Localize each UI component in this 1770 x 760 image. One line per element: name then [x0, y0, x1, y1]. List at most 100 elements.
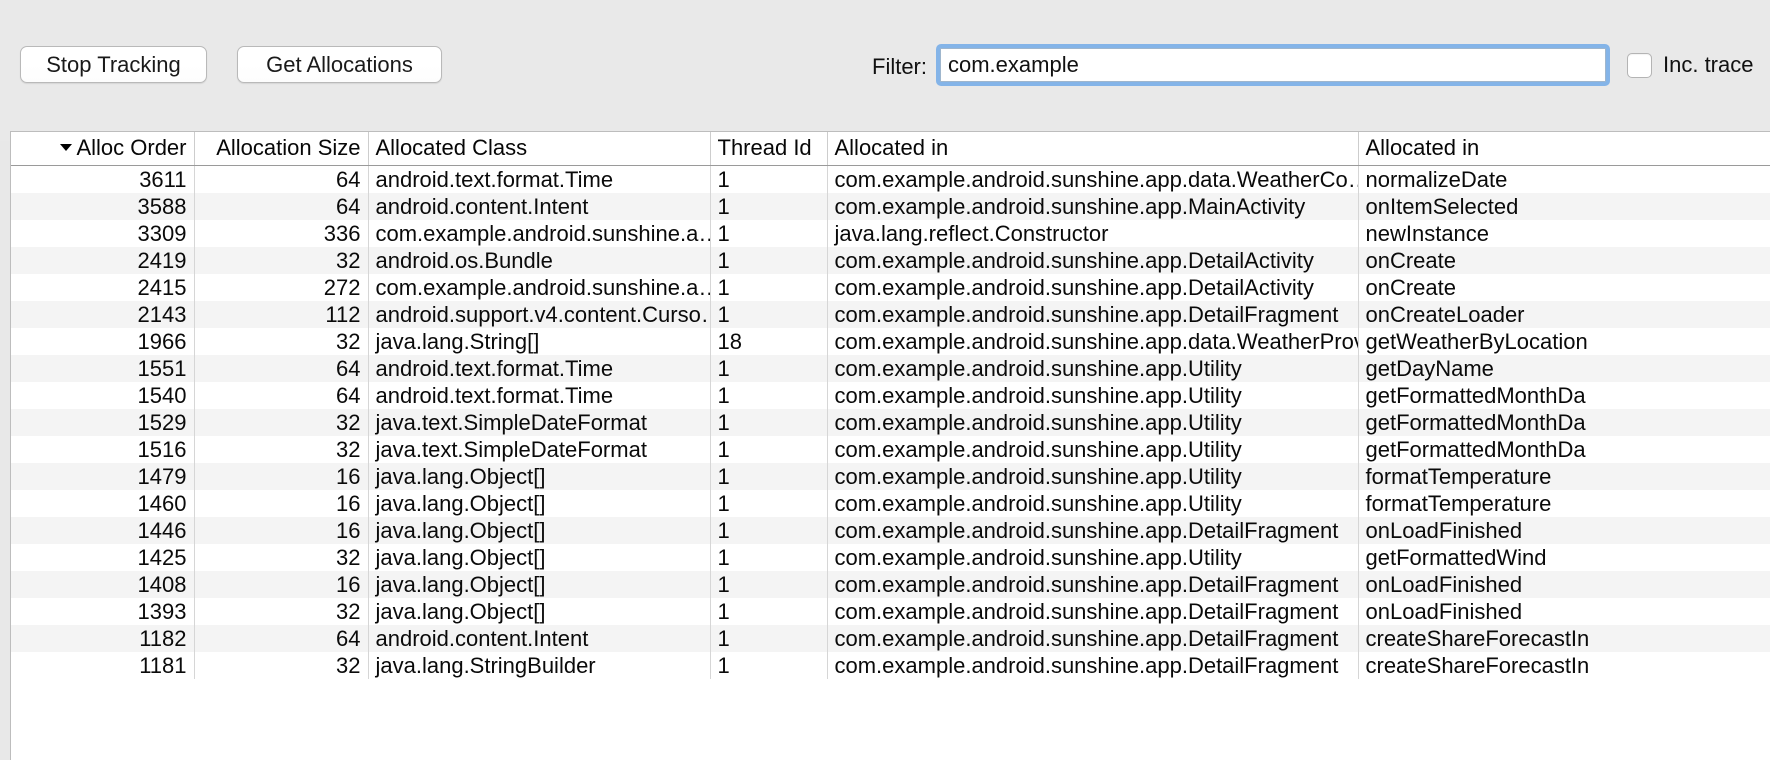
table-row[interactable]: 2419 32 android.os.Bundle 1 com.example.andr…: [11, 246, 1770, 274]
column-header-allocation-size[interactable]: Allocation Size: [194, 132, 369, 166]
cell-allocated_class: java.lang.Object[]: [368, 489, 711, 517]
column-header-allocation-size-label: Allocation Size: [216, 135, 361, 161]
column-header-allocated-class[interactable]: Allocated Class: [368, 132, 711, 166]
cell-allocation_size: 64: [194, 624, 369, 652]
cell-alloc_order: 1393: [11, 597, 195, 625]
cell-allocation_size: 336: [194, 219, 369, 247]
table-row[interactable]: 2415 272 com.example.android.sunshine.a… 1 c…: [11, 273, 1770, 301]
filter-input[interactable]: [940, 48, 1606, 82]
get-allocations-button[interactable]: Get Allocations: [237, 46, 442, 83]
cell-allocated_in_method: formatTemperature: [1358, 489, 1770, 517]
table-row[interactable]: 1516 32 java.text.SimpleDateFormat 1 com.exa…: [11, 435, 1770, 463]
filter-label: Filter:: [872, 54, 927, 79]
cell-alloc_order: 1182: [11, 624, 195, 652]
cell-allocation_size: 16: [194, 462, 369, 490]
cell-allocated_in_class: com.example.android.sunshine.app.DetailA…: [827, 246, 1359, 274]
column-header-thread-id[interactable]: Thread Id: [710, 132, 828, 166]
table-row[interactable]: 1425 32 java.lang.Object[] 1 com.example.and…: [11, 543, 1770, 571]
cell-allocated_in_method: getFormattedWind: [1358, 543, 1770, 571]
cell-allocated_class: java.lang.Object[]: [368, 543, 711, 571]
table-row[interactable]: 1393 32 java.lang.Object[] 1 com.example.and…: [11, 597, 1770, 625]
inc-trace-checkbox[interactable]: [1627, 52, 1652, 78]
cell-allocated_in_class: com.example.android.sunshine.app.Utility: [827, 381, 1359, 409]
table-row[interactable]: 3588 64 android.content.Intent 1 com.example…: [11, 192, 1770, 220]
cell-alloc_order: 1460: [11, 489, 195, 517]
column-header-allocated-in-method-label: Allocated in: [1365, 135, 1480, 161]
cell-alloc_order: 2143: [11, 300, 195, 328]
cell-allocated_in_class: com.example.android.sunshine.app.DetailF…: [827, 651, 1359, 679]
table-row[interactable]: 2143 112 android.support.v4.content.Curso……: [11, 300, 1770, 328]
inc-trace-checkbox-row[interactable]: Inc. trace: [1627, 52, 1753, 78]
cell-alloc_order: 1516: [11, 435, 195, 463]
cell-allocated_class: java.lang.Object[]: [368, 516, 711, 544]
cell-thread_id: 1: [710, 651, 828, 679]
cell-allocation_size: 16: [194, 516, 369, 544]
allocations-table-container[interactable]: Alloc Order Allocation Size Allocated Cl…: [10, 131, 1770, 760]
table-row[interactable]: 1479 16 java.lang.Object[] 1 com.example.and…: [11, 462, 1770, 490]
column-header-alloc-order[interactable]: Alloc Order: [11, 132, 195, 166]
table-row[interactable]: 3309 336 com.example.android.sunshine.a… 1 j…: [11, 219, 1770, 247]
table-row[interactable]: 1460 16 java.lang.Object[] 1 com.example.and…: [11, 489, 1770, 517]
column-header-thread-id-label: Thread Id: [717, 135, 812, 161]
column-header-allocated-in-class[interactable]: Allocated in: [827, 132, 1359, 166]
table-row[interactable]: 3611 64 android.text.format.Time 1 com.examp…: [11, 165, 1770, 193]
cell-allocated_in_class: com.example.android.sunshine.app.Utility: [827, 435, 1359, 463]
table-row[interactable]: 1529 32 java.text.SimpleDateFormat 1 com.exa…: [11, 408, 1770, 436]
cell-thread_id: 1: [710, 489, 828, 517]
cell-allocation_size: 16: [194, 489, 369, 517]
cell-alloc_order: 1529: [11, 408, 195, 436]
cell-allocated_in_method: onLoadFinished: [1358, 570, 1770, 598]
column-header-allocated-in-method[interactable]: Allocated in: [1358, 132, 1770, 166]
cell-allocated_in_method: getFormattedMonthDa: [1358, 381, 1770, 409]
cell-alloc_order: 3309: [11, 219, 195, 247]
table-row[interactable]: 1966 32 java.lang.String[] 18 com.example.an…: [11, 327, 1770, 355]
cell-allocated_in_method: getDayName: [1358, 354, 1770, 382]
cell-thread_id: 1: [710, 354, 828, 382]
cell-allocated_in_class: com.example.android.sunshine.app.Utility: [827, 354, 1359, 382]
cell-allocated_in_method: createShareForecastIn: [1358, 651, 1770, 679]
cell-allocated_class: android.text.format.Time: [368, 165, 711, 193]
cell-thread_id: 1: [710, 246, 828, 274]
cell-allocated_class: java.lang.Object[]: [368, 570, 711, 598]
allocation-tracker-window: Stop Tracking Get Allocations Filter: In…: [0, 0, 1770, 760]
cell-allocated_in_class: com.example.android.sunshine.app.DetailF…: [827, 300, 1359, 328]
cell-allocation_size: 112: [194, 300, 369, 328]
cell-allocated_in_method: getWeatherByLocation: [1358, 327, 1770, 355]
cell-allocated_in_class: com.example.android.sunshine.app.DetailF…: [827, 516, 1359, 544]
cell-thread_id: 1: [710, 165, 828, 193]
table-row[interactable]: 1182 64 android.content.Intent 1 com.example…: [11, 624, 1770, 652]
table-row[interactable]: 1181 32 java.lang.StringBuilder 1 com.exampl…: [11, 651, 1770, 679]
cell-allocated_class: java.text.SimpleDateFormat: [368, 435, 711, 463]
column-header-alloc-order-label: Alloc Order: [76, 135, 187, 161]
cell-allocation_size: 32: [194, 651, 369, 679]
cell-alloc_order: 3611: [11, 165, 195, 193]
table-row[interactable]: 1551 64 android.text.format.Time 1 com.examp…: [11, 354, 1770, 382]
cell-allocated_in_class: com.example.android.sunshine.app.MainAct…: [827, 192, 1359, 220]
cell-thread_id: 1: [710, 273, 828, 301]
cell-allocated_in_method: onLoadFinished: [1358, 597, 1770, 625]
cell-alloc_order: 1479: [11, 462, 195, 490]
cell-allocated_in_method: createShareForecastIn: [1358, 624, 1770, 652]
cell-allocation_size: 32: [194, 543, 369, 571]
stop-tracking-button[interactable]: Stop Tracking: [20, 46, 207, 83]
cell-allocated_in_class: java.lang.reflect.Constructor: [827, 219, 1359, 247]
cell-alloc_order: 1446: [11, 516, 195, 544]
cell-alloc_order: 2415: [11, 273, 195, 301]
cell-allocated_in_method: onCreate: [1358, 246, 1770, 274]
cell-allocated_in_class: com.example.android.sunshine.app.DetailF…: [827, 570, 1359, 598]
table-row[interactable]: 1540 64 android.text.format.Time 1 com.examp…: [11, 381, 1770, 409]
cell-thread_id: 1: [710, 408, 828, 436]
cell-thread_id: 1: [710, 435, 828, 463]
allocations-table: Alloc Order Allocation Size Allocated Cl…: [11, 132, 1770, 679]
cell-alloc_order: 1540: [11, 381, 195, 409]
toolbar: Stop Tracking Get Allocations Filter: In…: [0, 0, 1770, 141]
cell-allocated_class: android.content.Intent: [368, 624, 711, 652]
cell-allocated_class: android.content.Intent: [368, 192, 711, 220]
table-row[interactable]: 1408 16 java.lang.Object[] 1 com.example.and…: [11, 570, 1770, 598]
cell-allocation_size: 64: [194, 165, 369, 193]
cell-thread_id: 1: [710, 300, 828, 328]
cell-allocated_in_method: getFormattedMonthDa: [1358, 435, 1770, 463]
cell-allocated_in_class: com.example.android.sunshine.app.DetailA…: [827, 273, 1359, 301]
cell-alloc_order: 3588: [11, 192, 195, 220]
table-row[interactable]: 1446 16 java.lang.Object[] 1 com.example.and…: [11, 516, 1770, 544]
